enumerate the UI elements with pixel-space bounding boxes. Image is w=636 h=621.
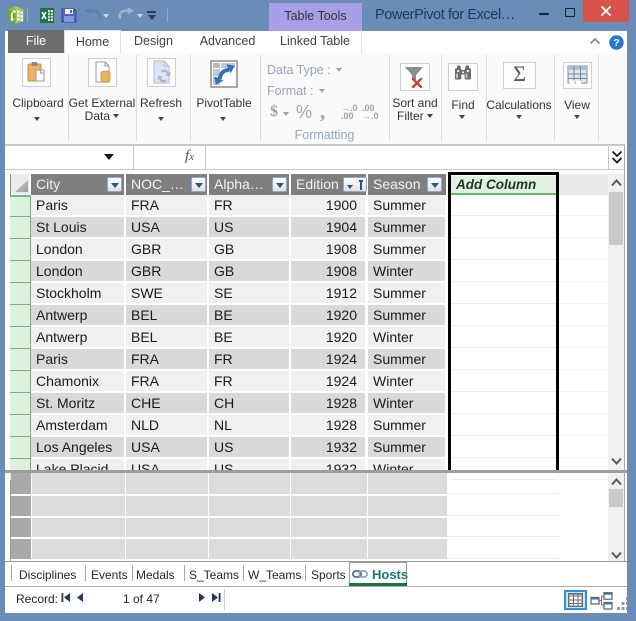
svg-text:?: ? <box>613 37 619 49</box>
